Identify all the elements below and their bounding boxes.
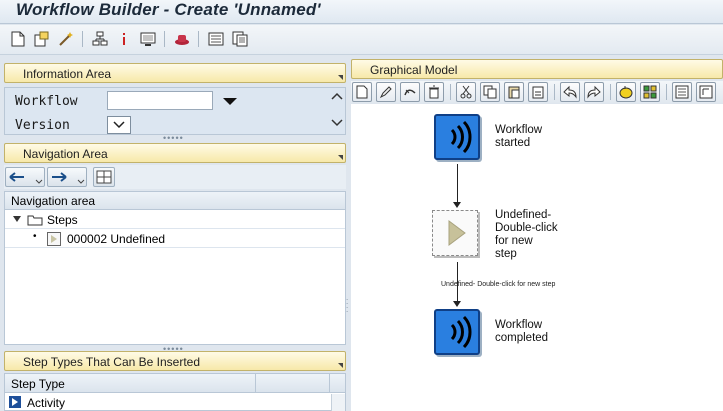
cut-icon[interactable] xyxy=(456,82,476,102)
workflow-started-node[interactable] xyxy=(434,114,480,160)
column-divider xyxy=(255,374,256,392)
workflow-label: Workflow xyxy=(15,94,78,109)
panel-corner-icon xyxy=(338,363,343,368)
navigation-toolbar xyxy=(4,165,346,189)
graphical-model-header[interactable]: Graphical Model xyxy=(351,59,723,79)
undo-icon[interactable] xyxy=(560,82,580,102)
info-scrollbar[interactable] xyxy=(331,90,343,134)
activity-icon xyxy=(9,396,21,408)
vertical-splitter[interactable]: .... xyxy=(346,56,350,411)
splitter-handle[interactable]: ••••• xyxy=(163,133,184,143)
wand-icon[interactable] xyxy=(56,29,76,49)
toolbar-separator xyxy=(198,31,199,47)
overview-icon[interactable] xyxy=(672,82,692,102)
navigation-column-header: Navigation area xyxy=(5,192,345,210)
window-title: Workflow Builder - Create 'Unnamed' xyxy=(16,0,321,19)
info-icon[interactable] xyxy=(114,29,134,49)
step-types-table: Step Type Activity xyxy=(4,373,346,411)
column-divider xyxy=(329,374,330,392)
paste-special-icon[interactable] xyxy=(528,82,548,102)
more-tools-icon[interactable] xyxy=(696,82,716,102)
connector-label[interactable]: Undefined- Double-click for new step xyxy=(441,281,555,288)
version-dropdown[interactable] xyxy=(107,116,131,134)
title-bar: Workflow Builder - Create 'Unnamed' xyxy=(0,0,723,24)
workflow-dropdown-icon[interactable] xyxy=(223,98,237,105)
workflow-completed-label: Workflow completed xyxy=(495,319,549,344)
toolbar-separator xyxy=(554,84,555,100)
navigation-area-title: Navigation Area xyxy=(23,147,108,161)
delete-icon[interactable] xyxy=(424,82,444,102)
step-type-column-label: Step Type xyxy=(11,377,65,391)
information-area-header[interactable]: Information Area xyxy=(4,63,346,83)
connector-line xyxy=(457,164,458,204)
documents-icon[interactable] xyxy=(230,29,250,49)
toolbar-separator xyxy=(164,31,165,47)
arrow-left-icon xyxy=(9,172,43,184)
navigation-area-header[interactable]: Navigation Area xyxy=(4,143,346,163)
toolbar-separator xyxy=(666,84,667,100)
chevron-down-icon xyxy=(113,121,125,129)
step-icon xyxy=(47,232,61,246)
panel-corner-icon xyxy=(338,75,343,80)
redo-icon[interactable] xyxy=(584,82,604,102)
connector-arrow xyxy=(453,301,461,307)
step-type-column-header: Step Type xyxy=(5,374,345,393)
undefined-step-label: Undefined- Double-click for new step xyxy=(495,209,558,260)
version-label: Version xyxy=(15,118,70,133)
step-type-label: Activity xyxy=(27,396,66,410)
folder-icon xyxy=(27,215,43,226)
connector-arrow xyxy=(453,202,461,208)
play-triangle-icon xyxy=(448,220,466,246)
toolbar-separator xyxy=(610,84,611,100)
new-icon[interactable] xyxy=(352,82,372,102)
graphical-model-title: Graphical Model xyxy=(370,63,458,77)
workflow-canvas[interactable]: Workflow started Undefined- Double-click… xyxy=(351,104,723,411)
back-button[interactable] xyxy=(5,167,45,187)
bullet-icon: • xyxy=(33,231,37,242)
tree-node-step[interactable]: • 000002 Undefined xyxy=(5,230,345,248)
copy-icon[interactable] xyxy=(480,82,500,102)
tree-node-label: Steps xyxy=(47,213,78,227)
panel-corner-icon xyxy=(338,155,343,160)
hat-icon[interactable] xyxy=(172,29,192,49)
event-signal-icon xyxy=(450,315,472,349)
navigation-column-label: Navigation area xyxy=(11,194,96,208)
new-document-icon[interactable] xyxy=(8,29,28,49)
navigation-tree: Navigation area Steps • 000002 Undefined xyxy=(4,191,346,345)
event-signal-icon xyxy=(450,120,472,154)
workflow-input[interactable] xyxy=(107,91,213,110)
information-area-title: Information Area xyxy=(23,67,112,81)
undefined-step-node[interactable] xyxy=(432,210,478,256)
check-icon[interactable] xyxy=(616,82,636,102)
step-types-header[interactable]: Step Types That Can Be Inserted xyxy=(4,351,346,371)
paste-icon[interactable] xyxy=(504,82,524,102)
application-toolbar xyxy=(0,25,723,55)
arrow-right-icon xyxy=(52,172,85,184)
workflow-started-label: Workflow started xyxy=(495,124,543,149)
information-area: Workflow Version xyxy=(4,87,346,135)
tree-node-label: 000002 Undefined xyxy=(67,232,166,246)
expand-icon[interactable] xyxy=(13,216,21,222)
structure-icon xyxy=(96,170,112,184)
create-icon[interactable] xyxy=(32,29,52,49)
workflow-completed-node[interactable] xyxy=(434,309,480,355)
step-types-title: Step Types That Can Be Inserted xyxy=(23,355,200,369)
list-icon[interactable] xyxy=(206,29,226,49)
layout-icon[interactable] xyxy=(640,82,660,102)
graphical-model-toolbar xyxy=(351,81,723,103)
toolbar-separator xyxy=(82,31,83,47)
link-icon[interactable] xyxy=(400,82,420,102)
step-types-scrollbar[interactable] xyxy=(331,394,345,411)
edit-icon[interactable] xyxy=(376,82,396,102)
hierarchy-icon[interactable] xyxy=(90,29,110,49)
tree-node-steps[interactable]: Steps xyxy=(5,211,345,229)
forward-button[interactable] xyxy=(47,167,87,187)
display-icon[interactable] xyxy=(138,29,158,49)
step-type-row[interactable]: Activity xyxy=(5,394,331,411)
structure-button[interactable] xyxy=(93,167,115,187)
toolbar-separator xyxy=(450,84,451,100)
